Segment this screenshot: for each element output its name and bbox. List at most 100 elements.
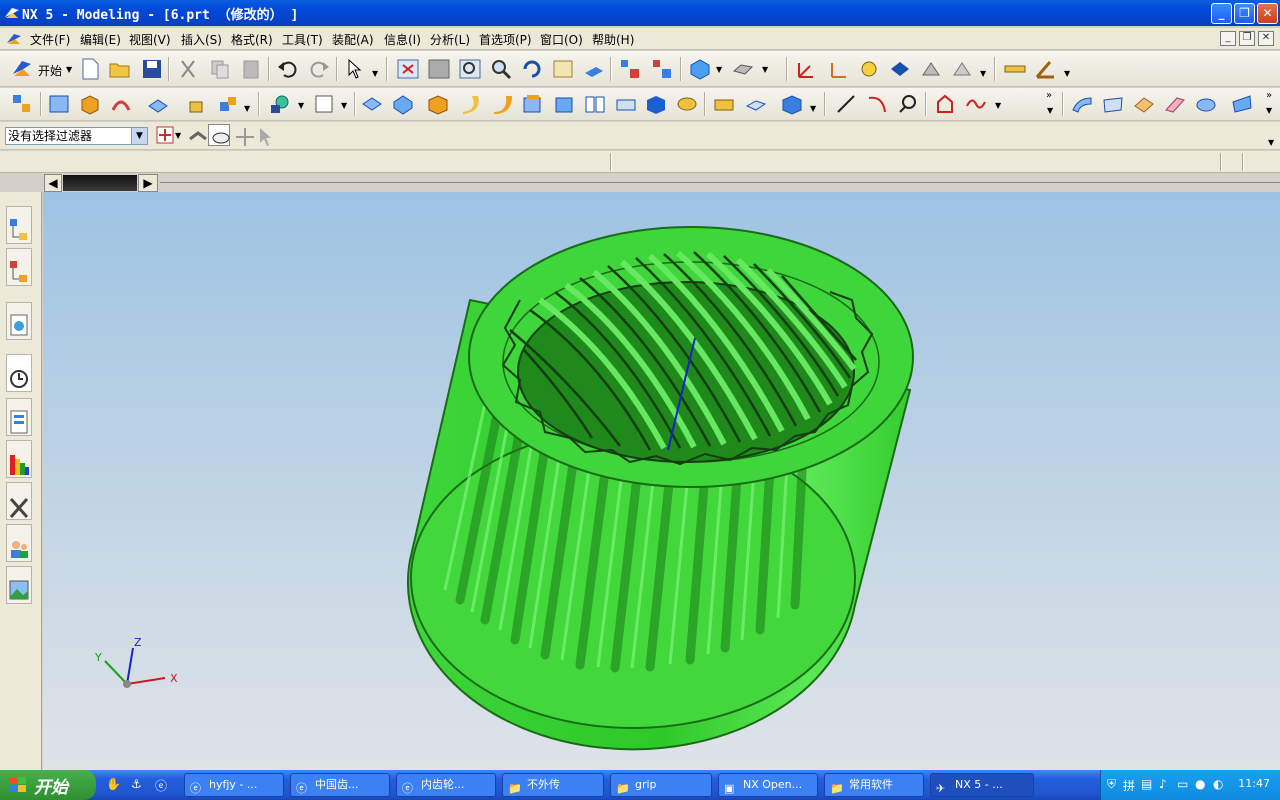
pan-icon[interactable] xyxy=(551,57,575,81)
roles-tab[interactable] xyxy=(6,524,32,562)
restore-button[interactable]: ❐ xyxy=(1234,3,1255,24)
zoom-icon[interactable] xyxy=(458,57,482,81)
part-navigator-icon[interactable] xyxy=(10,92,34,116)
internet-explorer-tab[interactable] xyxy=(6,302,32,340)
minimize-button[interactable]: _ xyxy=(1211,3,1232,24)
menu-assembly[interactable]: 装配(A) xyxy=(332,31,374,48)
helical-gear-model[interactable]: Z X Y xyxy=(43,192,1280,770)
part-navigator-tab[interactable] xyxy=(6,248,32,286)
monitor-icon[interactable]: ▭ xyxy=(1177,777,1188,791)
sheet-surface-icon[interactable] xyxy=(1230,92,1254,116)
copy-icon[interactable] xyxy=(208,57,232,81)
mdi-restore-button[interactable]: ❐ xyxy=(1239,31,1255,46)
part-tab[interactable] xyxy=(63,175,137,191)
quick-launch-icon-2[interactable]: ⚓ xyxy=(131,777,147,793)
speaker-icon[interactable]: ◐ xyxy=(1213,777,1223,791)
circle-icon[interactable] xyxy=(896,92,920,116)
unite-icon[interactable] xyxy=(360,92,384,116)
studio-surface-icon[interactable] xyxy=(1194,92,1218,116)
menu-view[interactable]: 视图(V) xyxy=(129,31,171,48)
chevron-down-icon[interactable]: ▼ xyxy=(131,128,147,144)
edge-blend-icon[interactable] xyxy=(458,92,482,116)
menu-help[interactable]: 帮助(H) xyxy=(592,31,634,48)
task-zhongguochi[interactable]: ⓔ 中国齿... xyxy=(290,773,390,797)
revolve-icon[interactable] xyxy=(109,92,133,116)
chamfer-icon[interactable] xyxy=(490,92,514,116)
extrude-icon[interactable] xyxy=(78,92,102,116)
menu-format[interactable]: 格式(R) xyxy=(231,31,273,48)
close-button[interactable]: ✕ xyxy=(1257,3,1278,24)
menu-window[interactable]: 窗口(O) xyxy=(540,31,583,48)
start-menu-label[interactable]: 开始 xyxy=(38,62,62,79)
qq-icon[interactable]: ● xyxy=(1195,777,1205,791)
shaded-view-icon[interactable] xyxy=(688,57,712,81)
redo-icon[interactable] xyxy=(307,57,331,81)
volume-icon[interactable]: ♪ xyxy=(1159,777,1167,791)
network-icon[interactable]: ▤ xyxy=(1141,777,1152,791)
wcs-save-icon[interactable] xyxy=(919,57,943,81)
quick-launch-ie-icon[interactable]: ⓔ xyxy=(155,777,171,793)
fit-view-icon[interactable] xyxy=(396,57,420,81)
menu-analysis[interactable]: 分析(L) xyxy=(430,31,470,48)
task-changyong-ruanjian[interactable]: 📁 常用软件 xyxy=(824,773,924,797)
ime-icon[interactable]: 拼 xyxy=(1123,777,1135,794)
system-materials-tab[interactable] xyxy=(6,398,32,436)
graphics-window[interactable]: Z X Y xyxy=(43,192,1280,770)
wcs-rotate-icon[interactable] xyxy=(857,57,881,81)
task-neichilun[interactable]: ⓔ 内齿轮... xyxy=(396,773,496,797)
save-icon[interactable] xyxy=(140,57,164,81)
toolbar-overflow-icon[interactable]: » xyxy=(1046,90,1052,101)
through-curve-mesh-icon[interactable] xyxy=(1101,92,1125,116)
wcs-display-icon[interactable] xyxy=(950,57,974,81)
cut-icon[interactable] xyxy=(176,57,200,81)
scale-icon[interactable] xyxy=(675,92,699,116)
start-button[interactable]: 开始 xyxy=(0,770,96,800)
wcs-icon[interactable] xyxy=(794,57,818,81)
draft-icon[interactable] xyxy=(552,92,576,116)
menu-tools[interactable]: 工具(T) xyxy=(282,31,323,48)
trim-body-icon[interactable] xyxy=(712,92,736,116)
task-grip[interactable]: 📁 grip xyxy=(610,773,712,797)
datum-plane-icon[interactable] xyxy=(312,92,336,116)
assembly-navigator-tab[interactable] xyxy=(6,206,32,244)
task-hyfjy[interactable]: ⓔ hyfjy - ... xyxy=(184,773,284,797)
quick-launch-icon-1[interactable]: ✋ xyxy=(106,777,122,793)
menu-file[interactable]: 文件(F) xyxy=(30,31,70,48)
task-buwaichuan[interactable]: 📁 不外传 xyxy=(502,773,604,797)
quick-pick-icon[interactable] xyxy=(233,125,254,146)
mdi-close-button[interactable]: ✕ xyxy=(1258,31,1274,46)
arc-icon[interactable] xyxy=(865,92,889,116)
perspective-icon[interactable] xyxy=(582,57,606,81)
selection-scope-icon[interactable] xyxy=(154,124,174,144)
spline-icon[interactable] xyxy=(964,92,988,116)
type-filter-select[interactable]: 没有选择过滤器 ▼ xyxy=(5,127,148,145)
shell-icon[interactable] xyxy=(520,92,544,116)
rotate-icon[interactable] xyxy=(520,57,544,81)
mdi-minimize-button[interactable]: _ xyxy=(1220,31,1236,46)
task-nx5[interactable]: ✈ NX 5 - ... xyxy=(930,773,1034,797)
measure-angle-icon[interactable] xyxy=(1034,57,1058,81)
task-nx-open[interactable]: ▣ NX Open... xyxy=(718,773,818,797)
block-icon[interactable] xyxy=(426,92,450,116)
menu-information[interactable]: 信息(I) xyxy=(384,31,421,48)
undo-icon[interactable] xyxy=(276,57,300,81)
polygon-icon[interactable] xyxy=(933,92,957,116)
zoom-window-icon[interactable] xyxy=(427,57,451,81)
menu-edit[interactable]: 编辑(E) xyxy=(80,31,121,48)
open-folder-icon[interactable] xyxy=(108,57,132,81)
process-studio-tab[interactable] xyxy=(6,482,32,520)
scroll-right-button[interactable]: ▶ xyxy=(138,174,158,192)
reference-set-icon[interactable] xyxy=(650,57,674,81)
pocket-icon[interactable] xyxy=(216,92,240,116)
edge-display-icon[interactable] xyxy=(731,57,755,81)
snap-point-icon[interactable] xyxy=(208,124,230,146)
offset-face-icon[interactable] xyxy=(644,92,668,116)
selection-tool-icon[interactable] xyxy=(344,57,368,81)
bounded-plane-icon[interactable] xyxy=(1163,92,1187,116)
history-palette-tab[interactable] xyxy=(6,566,32,604)
new-file-icon[interactable] xyxy=(78,57,102,81)
visualization-tab[interactable] xyxy=(6,440,32,478)
start-icon[interactable] xyxy=(10,57,34,81)
point-icon[interactable] xyxy=(268,92,292,116)
hole-icon[interactable] xyxy=(146,92,170,116)
